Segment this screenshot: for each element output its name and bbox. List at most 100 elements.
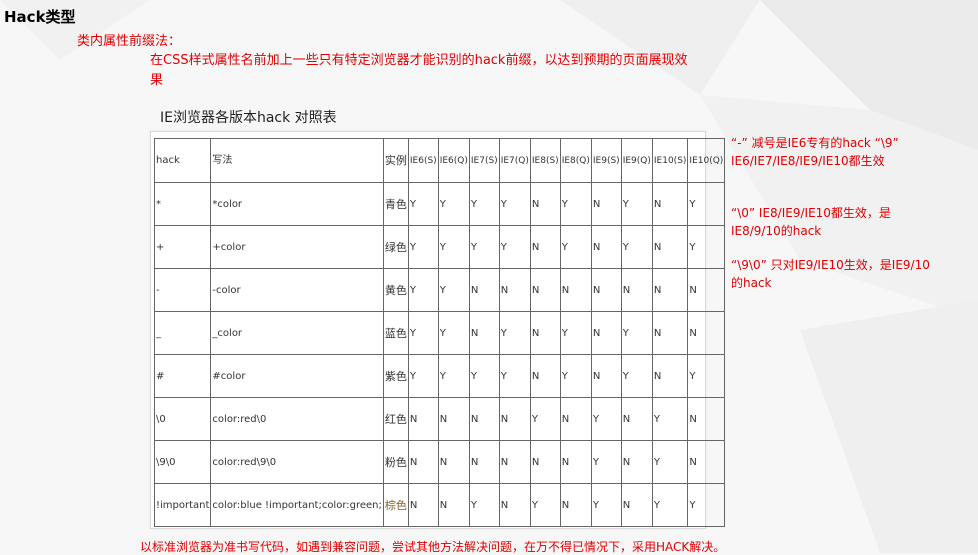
support-cell: N <box>620 483 653 527</box>
hack-table: hack 写法 实例 IE6(S) IE6(Q) IE7(S) IE7(Q) IE8(S) IE… <box>153 138 726 527</box>
example-color-cell: 绿色 <box>382 225 409 269</box>
support-cell: N <box>559 440 592 484</box>
support-cell: N <box>620 268 653 312</box>
table-row: * *color 青色 Y Y Y Y N Y N Y N Y <box>153 182 726 226</box>
support-cell: Y <box>529 483 561 527</box>
support-cell: Y <box>468 483 500 527</box>
support-cell: Y <box>620 354 653 398</box>
table-header-cell: hack <box>153 138 212 183</box>
example-color-cell: 红色 <box>382 397 409 441</box>
support-cell: N <box>559 397 592 441</box>
support-cell: Y <box>687 483 726 527</box>
table-row: \9\0 color:red\9\0 粉色 N N N N N N Y N Y N <box>153 440 726 484</box>
support-cell: Y <box>498 354 531 398</box>
support-cell: Y <box>468 225 500 269</box>
support-cell: N <box>407 483 439 527</box>
support-cell: N <box>529 440 561 484</box>
example-color-cell: 粉色 <box>382 440 409 484</box>
support-cell: N <box>620 397 653 441</box>
support-cell: Y <box>559 311 592 355</box>
support-cell: Y <box>468 182 500 226</box>
support-cell: Y <box>590 440 622 484</box>
support-cell: Y <box>437 182 470 226</box>
support-cell: N <box>468 397 500 441</box>
table-header-cell: IE7(Q) <box>498 138 531 183</box>
support-cell: N <box>437 440 470 484</box>
write-cell: +color <box>210 225 384 269</box>
support-cell: N <box>498 440 531 484</box>
table-header-cell: 实例 <box>382 138 409 183</box>
support-cell: N <box>559 268 592 312</box>
support-cell: Y <box>498 182 531 226</box>
table-header-cell: IE7(S) <box>468 138 500 183</box>
support-cell: N <box>620 440 653 484</box>
support-cell: Y <box>498 311 531 355</box>
support-cell: N <box>651 182 689 226</box>
table-header-cell: IE9(S) <box>590 138 622 183</box>
table-row: !important color:blue !important;color:gr… <box>153 483 726 527</box>
write-cell: color:red\0 <box>210 397 384 441</box>
write-cell: *color <box>210 182 384 226</box>
support-cell: N <box>590 311 622 355</box>
table-row: \0 color:red\0 红色 N N N N Y N Y N Y N <box>153 397 726 441</box>
support-cell: Y <box>437 225 470 269</box>
support-cell: N <box>590 354 622 398</box>
support-cell: Y <box>468 354 500 398</box>
support-cell: Y <box>407 182 439 226</box>
support-cell: N <box>651 354 689 398</box>
hack-cell: !important <box>153 483 212 527</box>
support-cell: Y <box>590 397 622 441</box>
support-cell: N <box>651 225 689 269</box>
support-cell: N <box>559 483 592 527</box>
support-cell: N <box>407 440 439 484</box>
section-subtitle: 类内属性前缀法： <box>77 34 182 49</box>
note-slash0-hack: “\0” IE8/IE9/IE10都生效，是IE8/9/10的hack <box>731 206 891 238</box>
support-cell: Y <box>559 225 592 269</box>
support-cell: N <box>468 311 500 355</box>
table-header-cell: IE10(Q) <box>687 138 726 183</box>
support-cell: Y <box>437 268 470 312</box>
note-slash9-0-hack: “\9\0” 只对IE9/IE10生效，是IE9/10的hack <box>731 258 930 290</box>
support-cell: Y <box>437 311 470 355</box>
write-cell: color:red\9\0 <box>210 440 384 484</box>
table-row: _ _color 蓝色 Y Y N Y N Y N Y N N <box>153 311 726 355</box>
example-color-cell: 紫色 <box>382 354 409 398</box>
example-color-cell: 青色 <box>382 182 409 226</box>
write-cell: #color <box>210 354 384 398</box>
example-color-cell: 棕色 <box>382 483 409 527</box>
hack-cell: # <box>153 354 212 398</box>
support-cell: Y <box>407 225 439 269</box>
table-title: IE浏览器各版本hack 对照表 <box>160 110 337 126</box>
write-cell: -color <box>210 268 384 312</box>
support-cell: N <box>407 397 439 441</box>
hack-cell: _ <box>153 311 212 355</box>
note-minus-hack: “-” 减号是IE6专有的hack “\9” IE6/IE7/IE8/IE9/I… <box>731 136 899 168</box>
support-cell: N <box>687 268 726 312</box>
table-header-cell: 写法 <box>210 138 384 183</box>
support-cell: Y <box>687 354 726 398</box>
table-header-row: hack 写法 实例 IE6(S) IE6(Q) IE7(S) IE7(Q) IE8(S) IE… <box>153 138 726 183</box>
support-cell: N <box>498 483 531 527</box>
support-cell: Y <box>407 354 439 398</box>
support-cell: N <box>687 397 726 441</box>
table-header-cell: IE10(S) <box>651 138 689 183</box>
table-header-cell: IE6(Q) <box>437 138 470 183</box>
write-cell: _color <box>210 311 384 355</box>
hack-cell: \9\0 <box>153 440 212 484</box>
support-cell: Y <box>590 483 622 527</box>
table-header-cell: IE9(Q) <box>620 138 653 183</box>
footer-note: 以标准浏览器为准书写代码，如遇到兼容问题，尝试其他方法解决问题，在万不得已情况下… <box>140 540 726 554</box>
hack-cell: + <box>153 225 212 269</box>
support-cell: Y <box>651 397 689 441</box>
support-cell: N <box>498 268 531 312</box>
example-color-cell: 黄色 <box>382 268 409 312</box>
support-cell: Y <box>437 354 470 398</box>
table-row: # #color 紫色 Y Y Y Y N Y N Y N Y <box>153 354 726 398</box>
support-cell: Y <box>407 268 439 312</box>
support-cell: Y <box>559 182 592 226</box>
support-cell: N <box>590 225 622 269</box>
support-cell: Y <box>620 311 653 355</box>
support-cell: N <box>590 268 622 312</box>
support-cell: Y <box>687 225 726 269</box>
support-cell: N <box>529 354 561 398</box>
